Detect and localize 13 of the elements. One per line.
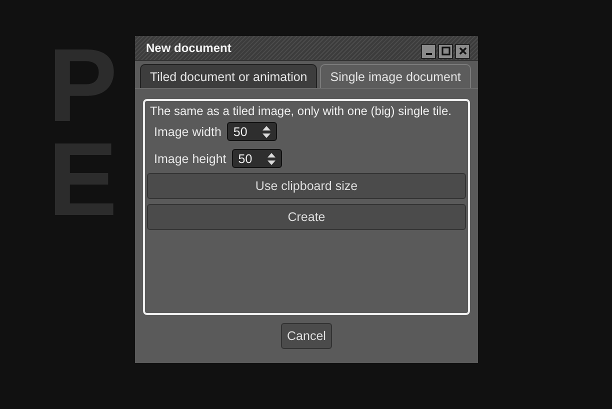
spin-arrows-icon[interactable]: [267, 152, 276, 166]
number-spinner[interactable]: 50: [227, 122, 278, 141]
button[interactable]: Create: [147, 204, 466, 230]
window-title: New document: [146, 41, 232, 55]
spin-arrows-icon[interactable]: [262, 124, 272, 138]
tab[interactable]: Single image document: [320, 64, 471, 88]
tab[interactable]: Tiled document or animation: [140, 64, 318, 88]
cancel-button[interactable]: Cancel: [281, 323, 332, 349]
number-spinner[interactable]: 50: [232, 149, 282, 168]
field-label: Image width: [154, 124, 222, 138]
field-label: Image height: [154, 152, 226, 166]
button[interactable]: Use clipboard size: [147, 173, 466, 199]
description-text: The same as a tiled image, only with one (big) single tile.: [149, 103, 452, 118]
